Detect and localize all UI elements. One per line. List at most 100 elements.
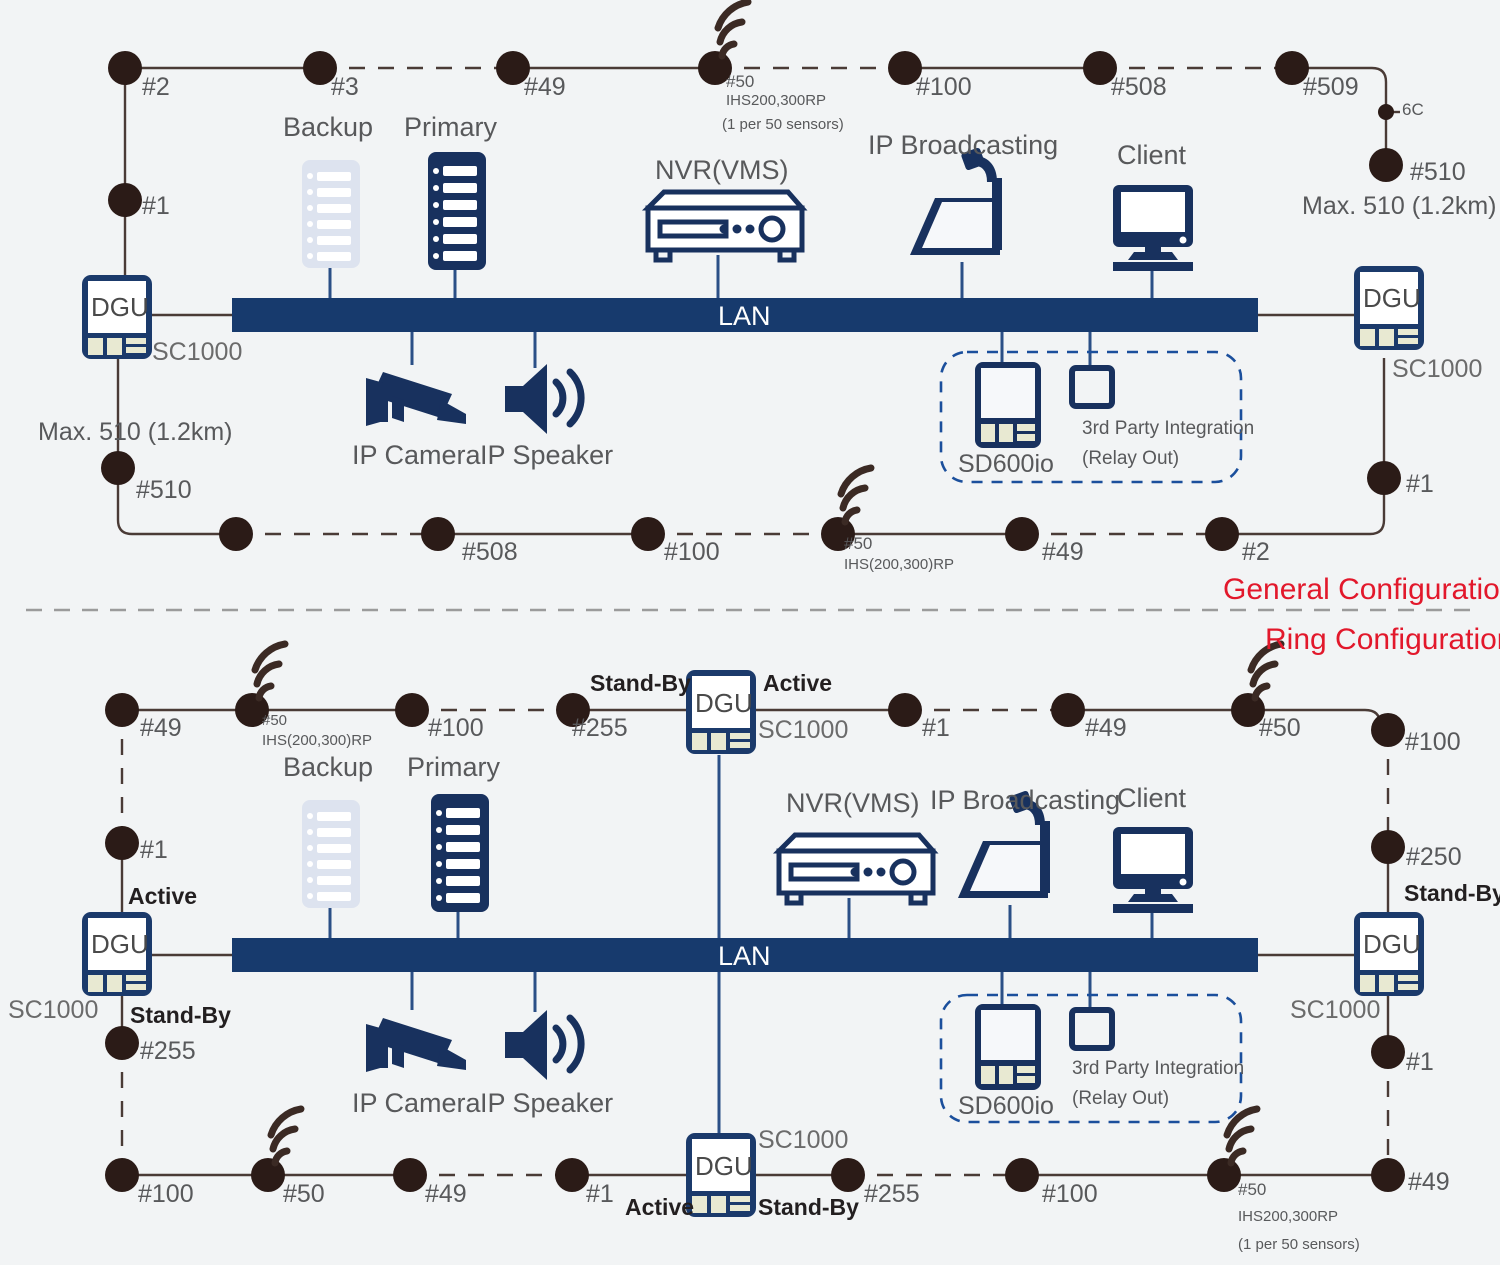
lan-bar-label-ring: LAN (718, 941, 771, 971)
lan-bar-label: LAN (718, 301, 771, 331)
standby-label-left-ring: Stand-By (130, 1002, 231, 1028)
client-label-ring: Client (1117, 783, 1187, 813)
ip-camera-icon-ring (366, 1018, 466, 1072)
standby-label-right-ring: Stand-By (1404, 880, 1500, 906)
max-distance-label-left: Max. 510 (1.2km) (38, 418, 233, 446)
sc1000-right-ring-label: SC1000 (1290, 996, 1381, 1024)
node-label-g-top-1: #3 (331, 73, 359, 101)
node-label-g-top-0: #2 (142, 73, 170, 101)
active-label-top-center: Active (763, 670, 833, 696)
node-label-g-bot-4: #2 (1242, 538, 1270, 566)
backup-server-icon (302, 160, 360, 268)
nvr-label: NVR(VMS) (655, 155, 789, 185)
ip-camera-label-ring: IP Camera (352, 1088, 481, 1118)
ip-camera-label: IP Camera (352, 440, 481, 470)
node-label-r-topr-1: #49 (1085, 714, 1127, 742)
sensor-model-label-r-bot: IHS200,300RP (1238, 1208, 1339, 1225)
nvr-label-ring: NVR(VMS) (786, 788, 920, 818)
active-label-left-ring: Active (128, 883, 198, 909)
primary-server-icon-ring (431, 794, 489, 912)
sensor-note-label-g-top: (1 per 50 sensors) (722, 116, 844, 133)
node-label-r-topr-3: #100 (1405, 728, 1461, 756)
sensor-note-label-r-bot: (1 per 50 sensors) (1238, 1236, 1360, 1253)
node-label-r-topl-3: #255 (572, 714, 628, 742)
sc1000-right-general-label: SC1000 (1392, 355, 1483, 383)
node-label-r-bot-4: #255 (864, 1180, 920, 1208)
node-label-g-left-1: #1 (142, 192, 170, 220)
dgu-right-ring-label: DGU (1363, 929, 1421, 959)
sensor-model-label-r-top: IHS(200,300)RP (262, 732, 373, 749)
node-label-g-top-5: #508 (1111, 73, 1167, 101)
node-label-g-right-dgu: #1 (1406, 470, 1434, 498)
node-label-r-bot-0: #100 (138, 1180, 194, 1208)
tap-label-6c: 6C (1402, 100, 1424, 119)
backup-label-ring: Backup (283, 752, 374, 782)
sensor-model-label-g-top: IHS200,300RP (726, 92, 827, 109)
node-label-r-rightcol-0: #250 (1406, 843, 1462, 871)
relay-out-label: (Relay Out) (1082, 448, 1180, 469)
standby-label-top-center: Stand-By (590, 670, 691, 696)
node-label-g-bot-0: #508 (462, 538, 518, 566)
client-label: Client (1117, 140, 1187, 170)
backup-label: Backup (283, 112, 374, 142)
relay-box-icon-ring (1069, 1007, 1115, 1051)
node-label-g-bot-3: #49 (1042, 538, 1084, 566)
sd600io-label: SD600io (958, 450, 1054, 478)
ip-broadcasting-label-ring: IP Broadcasting (930, 785, 1121, 815)
node-label-g-top-6: #509 (1303, 73, 1359, 101)
third-party-integration-label: 3rd Party Integration (1082, 418, 1255, 439)
network-topology-diagram: .ln{stroke:#4a3b36;stroke-width:2.4;fill… (0, 0, 1500, 1265)
sd600io-label-ring: SD600io (958, 1092, 1054, 1120)
sc1000-left-ring-label: SC1000 (8, 996, 99, 1024)
sd600io-device-icon-ring (975, 1004, 1041, 1090)
client-monitor-icon-ring (1113, 827, 1193, 913)
nvr-icon-dots (719, 224, 755, 234)
sc1000-top-center-ring-label: SC1000 (758, 716, 849, 744)
nvr-icon-dots-ring (850, 867, 886, 877)
third-party-integration-label-ring: 3rd Party Integration (1072, 1058, 1245, 1079)
sensor-model-label-g-bot: IHS(200,300)RP (844, 556, 955, 573)
ip-speaker-icon-ring (505, 1010, 585, 1080)
node-label-r-topl-2: #100 (428, 714, 484, 742)
node-label-r-bot-6: #50 (1238, 1180, 1267, 1199)
ip-broadcasting-label: IP Broadcasting (868, 130, 1059, 160)
standby-label-bottom-center: Stand-By (758, 1194, 859, 1220)
relay-box-icon (1069, 365, 1115, 409)
node-label-r-topl-0: #49 (140, 714, 182, 742)
ip-camera-icon (366, 372, 466, 426)
node-label-r-topl-1: #50 (262, 712, 288, 729)
node-label-r-bot-3: #1 (586, 1180, 614, 1208)
ip-speaker-label: IP Speaker (480, 440, 614, 470)
node-label-r-bot-5: #100 (1042, 1180, 1098, 1208)
dgu-left-general-label: DGU (91, 292, 149, 322)
active-label-bottom-center: Active (625, 1194, 695, 1220)
dgu-right-general-label: DGU (1363, 283, 1421, 313)
relay-out-label-ring: (Relay Out) (1072, 1088, 1170, 1109)
node-label-r-bot-1: #50 (283, 1180, 325, 1208)
sc1000-bottom-center-ring-label: SC1000 (758, 1126, 849, 1154)
node-label-g-left-end: #510 (136, 476, 192, 504)
sd600io-device-icon (975, 362, 1041, 448)
node-label-r-leftcol-0: #1 (140, 836, 168, 864)
node-label-r-topr-2: #50 (1259, 714, 1301, 742)
node-label-g-top-4: #100 (916, 73, 972, 101)
node-label-g-right-end: #510 (1410, 158, 1466, 186)
client-monitor-icon (1113, 185, 1193, 271)
dgu-top-center-ring-label: DGU (695, 688, 753, 718)
node-label-r-topr-0: #1 (922, 714, 950, 742)
node-label-r-bot-7: #49 (1408, 1168, 1450, 1196)
node-label-g-bot-2: #50 (844, 534, 873, 553)
node-label-g-bot-1: #100 (664, 538, 720, 566)
ip-speaker-icon (505, 364, 585, 434)
general-configuration-label: General Configuration (1223, 573, 1500, 606)
primary-label-ring: Primary (407, 752, 500, 782)
dgu-left-ring-label: DGU (91, 929, 149, 959)
primary-server-icon (428, 152, 486, 270)
backup-server-icon-ring (302, 800, 360, 908)
dgu-bottom-center-ring-label: DGU (695, 1151, 753, 1181)
node-label-g-top-2: #49 (524, 73, 566, 101)
ring-configuration-label: Ring Configuration (1265, 623, 1500, 656)
node-label-g-top-3: #50 (726, 72, 755, 91)
node-label-r-leftcol-1: #255 (140, 1037, 196, 1065)
node-label-r-rightcol-1: #1 (1406, 1048, 1434, 1076)
